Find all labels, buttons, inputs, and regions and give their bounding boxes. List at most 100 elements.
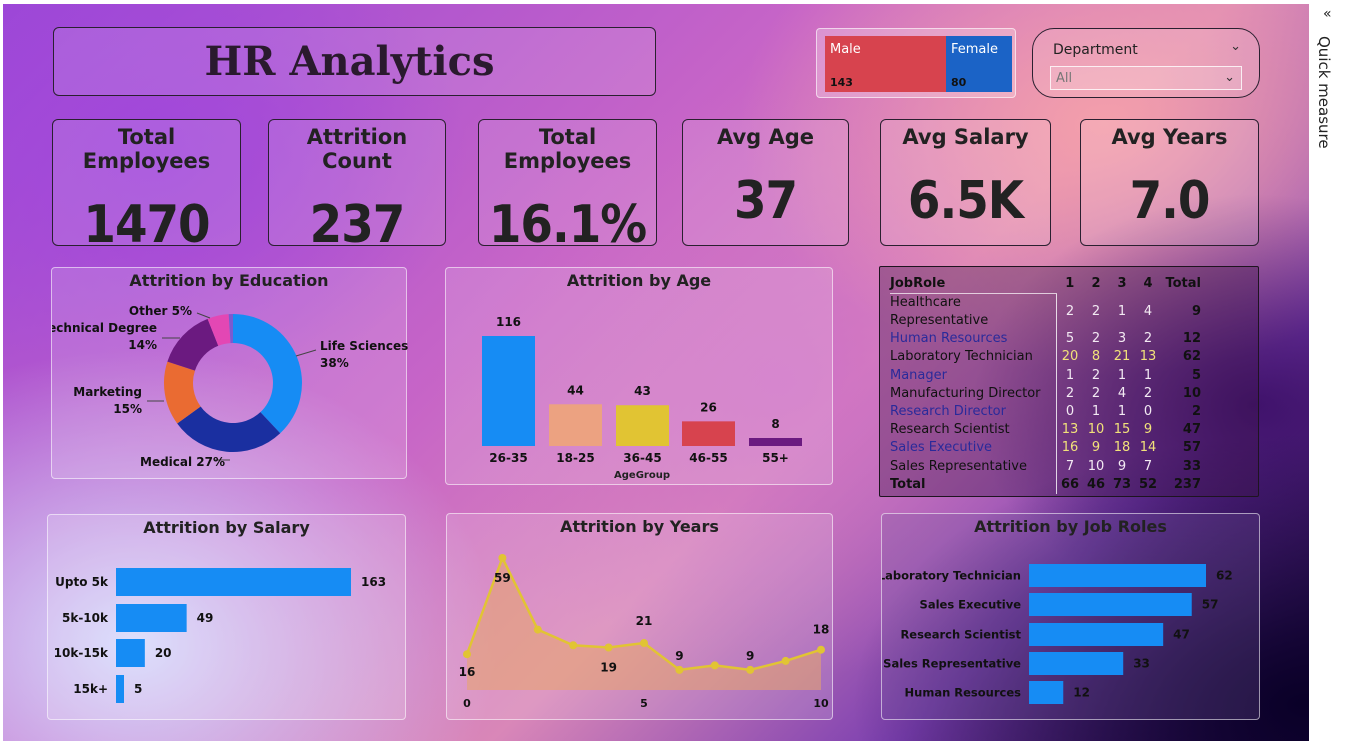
kpi-value: 6.5K	[907, 171, 1024, 231]
matrix-cell: 73	[1112, 476, 1132, 492]
matrix-cell: 14	[1139, 440, 1157, 456]
bar	[749, 438, 802, 446]
tick-label: 18-25	[556, 451, 594, 465]
matrix-header-cell: 3	[1117, 276, 1127, 292]
bar	[116, 675, 124, 703]
matrix-row-label: Manager	[890, 366, 1057, 385]
matrix-row[interactable]: Human Resources 5 2 3 2 12	[890, 330, 1201, 349]
tick-label: Upto 5k	[55, 575, 109, 589]
matrix-total-row[interactable]: Total 66 46 73 52 237	[890, 475, 1201, 494]
matrix-cell: 52	[1138, 476, 1158, 492]
matrix-cell: 2	[1065, 303, 1075, 319]
matrix-cell: 20	[1061, 349, 1079, 365]
data-point	[746, 665, 755, 674]
matrix-cell: 2	[1091, 303, 1101, 319]
matrix-row-label: Total	[890, 475, 1057, 494]
data-label: 33	[1133, 657, 1150, 671]
gender-female-count: 80	[951, 76, 967, 89]
quick-measure-pane[interactable]: « Quick measure	[1309, 0, 1346, 743]
department-dropdown[interactable]: All ⌄	[1050, 66, 1242, 90]
data-label: 163	[361, 575, 386, 589]
matrix-row[interactable]: Research Director 0 1 1 0 2	[890, 402, 1201, 422]
tick-label: 15k+	[73, 682, 108, 696]
jobroles-bar-svg: Laboratory Technician 62 Sales Executive 57…	[882, 564, 1233, 704]
matrix-row[interactable]: Manager 1 2 1 1 5	[890, 366, 1201, 385]
data-point	[817, 645, 825, 654]
department-dropdown-value: All	[1056, 71, 1073, 86]
department-filter[interactable]: Department ⌄ All ⌄	[1032, 28, 1260, 98]
data-point	[640, 639, 648, 648]
matrix-cell: 2	[1091, 367, 1101, 383]
kpi-value: 7.0	[1129, 171, 1211, 231]
matrix-row-label: Research Director	[890, 402, 1057, 422]
data-label: 49	[197, 611, 214, 625]
data-label: Life Sciences	[320, 339, 408, 353]
jobrole-matrix[interactable]: JobRole 1 2 3 4 Total Healthcare Representativ…	[879, 266, 1259, 497]
chevron-down-icon[interactable]: ⌄	[1224, 70, 1235, 85]
data-label: 5	[134, 682, 142, 696]
matrix-row-total: 10	[1182, 385, 1201, 401]
kpi-card-avg-years: Avg Years 7.0	[1080, 119, 1259, 246]
chevron-down-icon[interactable]: ⌄	[1230, 39, 1241, 54]
gender-male-tile[interactable]: Male 143	[825, 36, 946, 92]
matrix-cell: 2	[1065, 385, 1075, 401]
matrix-cell: 1	[1117, 367, 1127, 383]
report-canvas: HR Analytics Male 143 Female 80 Departme…	[3, 4, 1309, 741]
matrix-row-label: Healthcare Representative	[890, 293, 1057, 331]
matrix-row-total: 237	[1173, 476, 1201, 492]
data-label: Marketing	[73, 385, 142, 399]
matrix-row[interactable]: Manufacturing Director 2 2 4 2 10	[890, 384, 1201, 403]
data-point	[604, 643, 613, 652]
tick-label: Sales Executive	[920, 598, 1022, 612]
data-label: Technical Degree	[52, 321, 157, 335]
kpi-title: Avg Salary	[902, 125, 1029, 149]
matrix-cell: 2	[1091, 385, 1101, 401]
matrix-row[interactable]: Healthcare Representative 2 2 1 4 9	[890, 293, 1201, 331]
bar	[1029, 623, 1164, 646]
data-label: 16	[459, 665, 476, 679]
matrix-row-total: 47	[1182, 422, 1201, 438]
gender-female-tile[interactable]: Female 80	[946, 36, 1012, 92]
chart-attrition-by-age[interactable]: Attrition by Age 116 26-35 44 18-25 43 36-45 2…	[445, 267, 833, 485]
chart-attrition-by-job-roles[interactable]: Attrition by Job Roles Laboratory Techni…	[881, 513, 1260, 720]
bar	[116, 568, 351, 596]
tick-label: 36-45	[623, 451, 661, 465]
matrix-row[interactable]: Research Scientist 13 10 15 9 47	[890, 421, 1201, 440]
tick-label: 10k-15k	[54, 646, 109, 660]
chart-attrition-by-years[interactable]: Attrition by Years 16 59 19 21 9 9 18 0 5 10	[446, 513, 833, 720]
matrix-cell: 7	[1143, 458, 1153, 474]
data-label: 38%	[320, 356, 349, 370]
matrix-cell: 1	[1143, 367, 1153, 383]
report-title-box: HR Analytics	[53, 27, 656, 96]
chart-attrition-by-education[interactable]: Attrition by Education Life Sciences 38% M…	[51, 267, 408, 479]
matrix-cell: 1	[1065, 367, 1075, 383]
data-label: 14%	[128, 338, 157, 352]
matrix-row[interactable]: Sales Representative 7 10 9 7 33	[890, 457, 1201, 476]
bar	[482, 336, 535, 446]
data-label: 59	[494, 571, 511, 585]
kpi-value: 16.1%	[488, 195, 647, 255]
matrix-cell: 9	[1143, 422, 1153, 438]
matrix-row-label: Sales Representative	[890, 457, 1057, 476]
matrix-cell: 13	[1139, 349, 1157, 365]
tick-label: 10	[813, 697, 829, 710]
matrix-header-jobrole[interactable]: JobRole	[890, 275, 1057, 295]
kpi-card-total-employees: Total Employees 1470	[52, 119, 241, 255]
data-label: 9	[675, 649, 683, 663]
matrix-cell: 7	[1065, 458, 1075, 474]
gender-male-label: Male	[830, 42, 861, 57]
double-chevron-left-icon[interactable]: «	[1323, 6, 1332, 22]
data-point	[498, 554, 507, 562]
matrix-row[interactable]: Sales Executive 16 9 18 14 57	[890, 439, 1201, 458]
chart-attrition-by-salary[interactable]: Attrition by Salary Upto 5k 163 5k-10k 49 10…	[47, 514, 406, 720]
matrix-cell: 0	[1065, 404, 1075, 420]
tick-label: Research Scientist	[900, 628, 1021, 642]
kpi-title: Avg Years	[1111, 125, 1228, 149]
gender-slicer[interactable]: Male 143 Female 80	[816, 28, 1016, 98]
data-label: Other 5%	[129, 304, 192, 318]
quick-measure-label[interactable]: Quick measure	[1315, 36, 1333, 149]
data-label: 43	[634, 384, 651, 398]
tick-label: 0	[463, 697, 471, 710]
matrix-row-total: 9	[1191, 303, 1201, 319]
matrix-row[interactable]: Laboratory Technician 20 8 21 13 62	[890, 348, 1201, 367]
